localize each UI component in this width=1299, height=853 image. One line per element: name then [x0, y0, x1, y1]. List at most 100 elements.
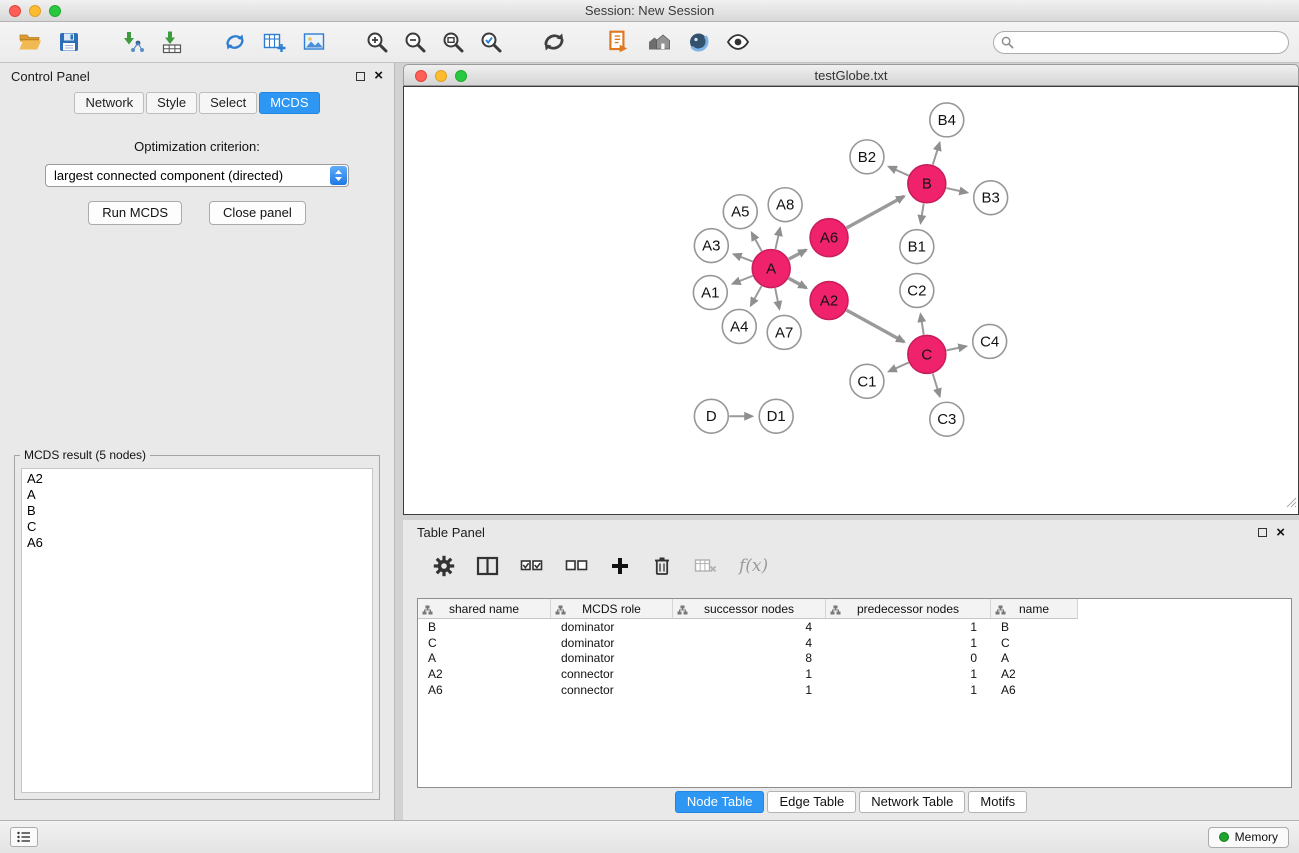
float-panel-icon[interactable]	[356, 72, 365, 81]
table-close-panel-icon[interactable]: ×	[1276, 528, 1285, 538]
refresh-icon[interactable]	[541, 29, 567, 55]
tab-edge-table[interactable]: Edge Table	[767, 791, 856, 813]
graph-node-A7[interactable]: A7	[767, 315, 801, 349]
result-item[interactable]: A2	[27, 471, 367, 487]
graph-node-A1[interactable]: A1	[693, 276, 727, 310]
unselect-all-columns-icon[interactable]	[565, 556, 589, 576]
table-settings-gear-icon[interactable]	[433, 555, 455, 577]
graph-node-C[interactable]: C	[908, 335, 946, 373]
table-row[interactable]: A6connector11A6	[418, 682, 1291, 698]
graph-node-A8[interactable]: A8	[768, 188, 802, 222]
result-item[interactable]: A	[27, 487, 367, 503]
graph-node-A6[interactable]: A6	[810, 219, 848, 257]
create-column-icon[interactable]	[610, 556, 630, 576]
graph-node-C3[interactable]: C3	[930, 402, 964, 436]
close-panel-icon[interactable]: ×	[374, 71, 383, 81]
memory-button[interactable]: Memory	[1208, 827, 1289, 848]
edge-C-C1[interactable]	[889, 363, 909, 372]
edge-B-B2[interactable]	[889, 167, 909, 176]
import-table-icon[interactable]	[159, 30, 185, 54]
tab-network[interactable]: Network	[74, 92, 144, 114]
result-item[interactable]: C	[27, 519, 367, 535]
column-header-name[interactable]: name	[991, 599, 1078, 619]
result-item[interactable]: A6	[27, 535, 367, 551]
edge-C-C2[interactable]	[921, 314, 924, 334]
select-all-columns-icon[interactable]	[520, 556, 544, 576]
show-columns-icon[interactable]	[476, 555, 499, 577]
edge-A2-C[interactable]	[847, 310, 905, 342]
new-table-icon[interactable]	[261, 30, 287, 54]
table-row[interactable]: Adominator80A	[418, 651, 1291, 667]
graph-node-A2[interactable]: A2	[810, 282, 848, 320]
tab-node-table[interactable]: Node Table	[675, 791, 765, 813]
edge-A-A2[interactable]	[789, 278, 807, 288]
graph-node-B[interactable]: B	[908, 165, 946, 203]
resize-grip-icon[interactable]	[1286, 495, 1297, 513]
graph-node-C2[interactable]: C2	[900, 274, 934, 308]
graph-node-D[interactable]: D	[694, 399, 728, 433]
tab-motifs[interactable]: Motifs	[968, 791, 1027, 813]
edge-A-A7[interactable]	[775, 288, 779, 309]
graph-node-B2[interactable]: B2	[850, 140, 884, 174]
edge-A-A6[interactable]	[789, 250, 806, 259]
search-input[interactable]	[993, 31, 1289, 54]
criterion-dropdown[interactable]: largest connected component (directed)	[45, 164, 349, 187]
edge-A-A4[interactable]	[751, 286, 762, 305]
table-row[interactable]: Cdominator41C	[418, 635, 1291, 651]
open-recent-icon[interactable]	[605, 29, 631, 55]
column-header-MCDS-role[interactable]: MCDS role	[551, 599, 673, 619]
edge-C-C4[interactable]	[946, 346, 966, 350]
graph-node-A5[interactable]: A5	[723, 195, 757, 229]
edge-A-A3[interactable]	[734, 254, 753, 261]
home-icon[interactable]	[645, 30, 673, 54]
network-zoom-button[interactable]	[455, 70, 467, 82]
edge-A-A5[interactable]	[752, 233, 762, 251]
zoom-out-icon[interactable]	[403, 30, 427, 54]
network-minimize-button[interactable]	[435, 70, 447, 82]
graph-node-D1[interactable]: D1	[759, 399, 793, 433]
network-canvas[interactable]: B4B2BB3A5A8A6B1A3AC2A1A2A4A7C4CC1C3DD1	[403, 86, 1299, 515]
zoom-fit-icon[interactable]	[441, 30, 465, 54]
eye-icon[interactable]	[725, 31, 751, 53]
edge-A6-B[interactable]	[847, 196, 905, 228]
zoom-selected-icon[interactable]	[479, 30, 503, 54]
minimize-window-button[interactable]	[29, 5, 41, 17]
edge-C-C3[interactable]	[933, 373, 940, 396]
graph-node-B4[interactable]: B4	[930, 103, 964, 137]
zoom-in-icon[interactable]	[365, 30, 389, 54]
tab-select[interactable]: Select	[199, 92, 257, 114]
export-image-icon[interactable]	[301, 30, 327, 54]
column-header-predecessor-nodes[interactable]: predecessor nodes	[826, 599, 991, 619]
close-window-button[interactable]	[9, 5, 21, 17]
result-item[interactable]: B	[27, 503, 367, 519]
tab-style[interactable]: Style	[146, 92, 197, 114]
tab-mcds[interactable]: MCDS	[259, 92, 319, 114]
tab-network-table[interactable]: Network Table	[859, 791, 965, 813]
graph-node-A4[interactable]: A4	[722, 309, 756, 343]
open-session-icon[interactable]	[17, 30, 43, 54]
delete-column-icon[interactable]	[651, 555, 673, 577]
edge-A-A8[interactable]	[775, 228, 780, 249]
network-close-button[interactable]	[415, 70, 427, 82]
graph-node-A[interactable]: A	[752, 250, 790, 288]
table-row[interactable]: A2connector11A2	[418, 666, 1291, 682]
graph-node-A3[interactable]: A3	[694, 229, 728, 263]
edge-A-A1[interactable]	[733, 276, 753, 284]
table-row[interactable]: Bdominator41B	[418, 619, 1291, 635]
style-icon[interactable]	[687, 30, 711, 54]
run-mcds-button[interactable]: Run MCDS	[88, 201, 182, 225]
close-panel-button[interactable]: Close panel	[209, 201, 306, 225]
save-session-icon[interactable]	[57, 30, 81, 54]
edge-B-B1[interactable]	[921, 203, 924, 222]
zoom-window-button[interactable]	[49, 5, 61, 17]
graph-node-C4[interactable]: C4	[973, 324, 1007, 358]
graph-node-B1[interactable]: B1	[900, 230, 934, 264]
table-float-panel-icon[interactable]	[1258, 528, 1267, 537]
network-window-titlebar[interactable]: testGlobe.txt	[403, 64, 1299, 86]
network-graph[interactable]: B4B2BB3A5A8A6B1A3AC2A1A2A4A7C4CC1C3DD1	[404, 87, 1298, 514]
edge-B-B3[interactable]	[946, 188, 967, 193]
edge-B-B4[interactable]	[933, 143, 940, 165]
import-network-icon[interactable]	[119, 30, 145, 54]
mcds-result-list[interactable]: A2ABCA6	[21, 468, 373, 793]
column-header-shared-name[interactable]: shared name	[418, 599, 551, 619]
